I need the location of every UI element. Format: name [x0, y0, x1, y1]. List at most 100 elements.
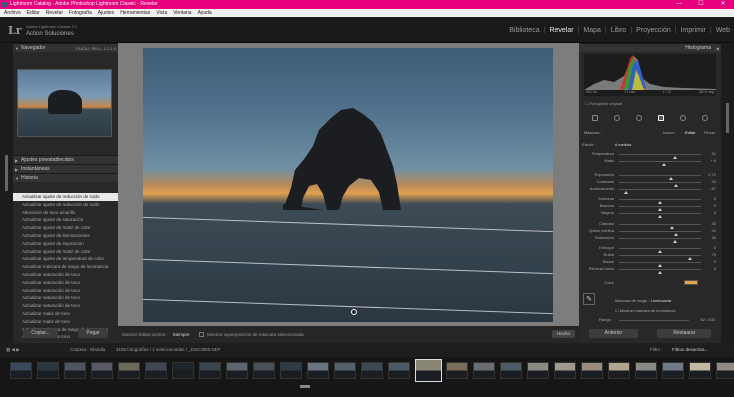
- history-item[interactable]: Actualizar saturación de tono: [13, 294, 118, 302]
- mask-brush[interactable]: Pincel: [704, 129, 715, 137]
- slider-14[interactable]: Eliminar halos 0: [582, 265, 718, 274]
- history-item[interactable]: Actualizar matiz de tono: [13, 318, 118, 326]
- slider-1[interactable]: Matiz + 6: [582, 157, 718, 166]
- filmstrip-thumbnail[interactable]: [361, 362, 383, 379]
- filmstrip-thumbnail[interactable]: [145, 362, 167, 379]
- history-item[interactable]: Actualizar ajuste de saturación: [13, 216, 118, 224]
- history-item[interactable]: Actualizar saturación de tono: [13, 271, 118, 279]
- filmstrip-thumbnail[interactable]: [415, 359, 442, 382]
- module-web[interactable]: Web: [716, 27, 730, 34]
- slider-track[interactable]: [619, 262, 701, 267]
- history-item[interactable]: Actualizar ajuste de iluminaciones: [13, 232, 118, 240]
- filmstrip-thumbnail[interactable]: [118, 362, 140, 379]
- gradient-guide-line[interactable]: [143, 258, 553, 275]
- slider-track[interactable]: [619, 189, 701, 194]
- navigator-header[interactable]: ▼ Navegador ENCAJ. RELL. 1:1 1:4: [13, 43, 118, 52]
- filmstrip-thumbnail[interactable]: [199, 362, 221, 379]
- filmstrip-thumbnail[interactable]: [716, 362, 734, 379]
- filmstrip-thumbnail[interactable]: [608, 362, 630, 379]
- radial-filter-icon[interactable]: [680, 115, 686, 121]
- color-swatch[interactable]: [684, 280, 698, 285]
- history-item[interactable]: Actualizar saturación de tono: [13, 287, 118, 295]
- slider-track[interactable]: [619, 175, 701, 180]
- filmstrip-thumbnail[interactable]: [581, 362, 603, 379]
- history-item[interactable]: Actualizar ajuste de temperatura de colo…: [13, 255, 118, 263]
- filmstrip-thumbnail[interactable]: [37, 362, 59, 379]
- menu-item[interactable]: Editar: [27, 9, 40, 17]
- history-item[interactable]: Actualizar ajuste de matiz de color: [13, 224, 118, 232]
- slider-track[interactable]: [619, 269, 701, 274]
- zoom-fill[interactable]: RELL.: [92, 46, 103, 51]
- slider-track[interactable]: [619, 161, 701, 166]
- paste-button[interactable]: Pegar: [78, 329, 108, 338]
- slider-track[interactable]: [619, 248, 701, 253]
- histogram[interactable]: ISO 50 17 mm f / 12 240,0 seg: [584, 54, 716, 96]
- slider-knob[interactable]: [658, 271, 662, 274]
- module-map[interactable]: Mapa: [583, 27, 601, 34]
- histogram-header[interactable]: Histograma ◀: [579, 43, 721, 52]
- history-item[interactable]: Actualizar máscara de rango de luminanci…: [13, 263, 118, 271]
- photo-preview[interactable]: [143, 48, 553, 322]
- mask-new[interactable]: Nuevo: [663, 129, 675, 137]
- menu-item[interactable]: Vista: [156, 9, 167, 17]
- menu-item[interactable]: Archivo: [4, 9, 21, 17]
- filmstrip-thumbnail[interactable]: [527, 362, 549, 379]
- history-header[interactable]: ▼ Historia: [13, 173, 118, 182]
- filmstrip-thumbnail[interactable]: [334, 362, 356, 379]
- range-slider[interactable]: [619, 320, 689, 321]
- filmstrip-thumbnail[interactable]: [307, 362, 329, 379]
- previous-button[interactable]: Anterior: [588, 329, 639, 338]
- left-panel-toggle[interactable]: [0, 43, 13, 343]
- reset-button[interactable]: Restaurar: [657, 329, 712, 338]
- history-item[interactable]: Actualizar ajuste de matiz de color: [13, 248, 118, 256]
- history-item[interactable]: Alteración de tono amarillo: [13, 209, 118, 217]
- menu-item[interactable]: Revelar: [46, 9, 63, 17]
- done-button[interactable]: Hecho: [551, 330, 575, 338]
- filter-select[interactable]: Filtros desactiva...: [672, 343, 708, 357]
- history-item[interactable]: Actualizar saturación de tono: [13, 279, 118, 287]
- menu-item[interactable]: Fotografía: [69, 9, 92, 17]
- history-item[interactable]: Actualizar ajuste de reducción de ruido: [13, 201, 118, 209]
- zoom-1-4[interactable]: 1:4: [110, 46, 116, 51]
- crop-icon[interactable]: [592, 115, 598, 121]
- filmstrip-scroll-thumb[interactable]: [300, 385, 310, 388]
- menu-item[interactable]: Ventana: [173, 9, 191, 17]
- filmstrip-thumbnail[interactable]: [91, 362, 113, 379]
- red-eye-icon[interactable]: [636, 115, 642, 121]
- effect-select[interactable]: A medida: [615, 142, 632, 147]
- filmstrip-thumbnail[interactable]: [554, 362, 576, 379]
- history-item[interactable]: Actualizar saturación de tono: [13, 302, 118, 310]
- filmstrip-thumbnail[interactable]: [280, 362, 302, 379]
- photo-canvas[interactable]: [118, 43, 579, 326]
- slider-knob[interactable]: [662, 163, 667, 166]
- spot-removal-icon[interactable]: [614, 115, 620, 121]
- gradient-guide-line[interactable]: [143, 298, 553, 315]
- slider-track[interactable]: [619, 224, 701, 229]
- slider-knob[interactable]: [672, 240, 677, 243]
- copy-button[interactable]: Copiar...: [23, 329, 58, 338]
- close-icon[interactable]: ✕: [712, 0, 734, 9]
- filmstrip-thumbnail[interactable]: [689, 362, 711, 379]
- presets-header[interactable]: ▶ Ajustes preestablecidos: [13, 155, 118, 164]
- slider-knob[interactable]: [658, 215, 662, 218]
- menu-item[interactable]: Ayuda: [198, 9, 212, 17]
- snapshots-header[interactable]: ▶ Instantáneas: [13, 164, 118, 173]
- minimize-icon[interactable]: —: [668, 0, 690, 9]
- slider-7[interactable]: Negros 0: [582, 209, 718, 218]
- grid-view-icon[interactable]: ▦ ◀ ▶: [6, 343, 20, 357]
- slider-track[interactable]: [619, 182, 701, 187]
- module-develop[interactable]: Revelar: [549, 27, 573, 34]
- overlay-checkbox[interactable]: [198, 332, 204, 338]
- history-item[interactable]: Actualizar ajuste de exposición: [13, 240, 118, 248]
- slider-track[interactable]: [619, 199, 701, 204]
- filmstrip-thumbnail[interactable]: [662, 362, 684, 379]
- navigator-preview[interactable]: [17, 69, 112, 137]
- filmstrip-thumbnail[interactable]: [473, 362, 495, 379]
- filmstrip-thumbnail[interactable]: [64, 362, 86, 379]
- module-print[interactable]: Imprimir: [681, 27, 706, 34]
- folder-path[interactable]: Carpeta : Islandia: [70, 343, 105, 357]
- module-slideshow[interactable]: Proyección: [636, 27, 671, 34]
- slider-knob[interactable]: [623, 191, 628, 194]
- slider-track[interactable]: [619, 255, 701, 260]
- module-book[interactable]: Libro: [611, 27, 627, 34]
